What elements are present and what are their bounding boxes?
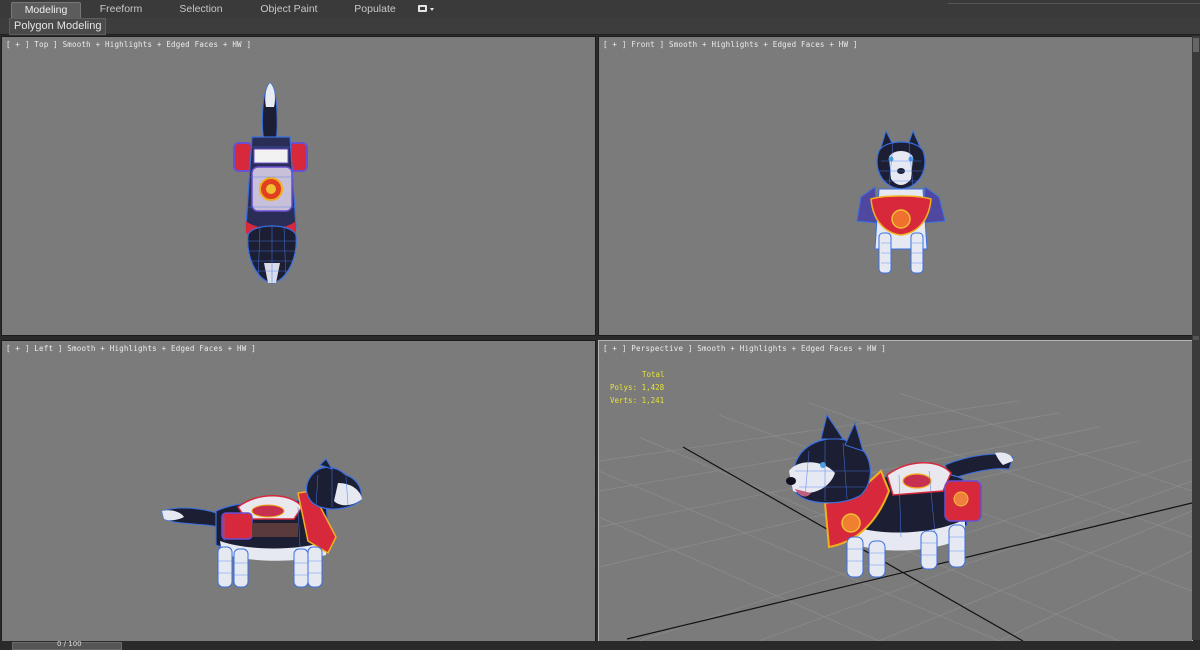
timeline-bar: 0 / 100 — [0, 640, 1200, 650]
husky-model-top-view — [233, 82, 308, 284]
husky-model-left-view — [161, 458, 362, 588]
ribbon-options-dropdown[interactable] — [416, 3, 438, 15]
time-slider-frame: 0 / 100 — [57, 640, 82, 648]
ribbon-tab-bar: Modeling Freeform Selection Object Paint… — [0, 0, 1200, 19]
scrollbar-splitter[interactable] — [1193, 336, 1199, 340]
scrollbar-thumb[interactable] — [1193, 38, 1199, 52]
tab-selection[interactable]: Selection — [168, 2, 234, 17]
viewport-perspective[interactable]: [ + ] Perspective ] Smooth + Highlights … — [598, 340, 1193, 642]
panel-polygon-modeling[interactable]: Polygon Modeling — [9, 18, 107, 35]
viewport-front[interactable]: [ + ] Front ] Smooth + Highlights + Edge… — [598, 36, 1193, 336]
tab-freeform[interactable]: Freeform — [88, 2, 154, 17]
tab-populate[interactable]: Populate — [343, 2, 407, 17]
viewport-left[interactable]: [ + ] Left ] Smooth + Highlights + Edged… — [1, 340, 596, 642]
tab-object-paint[interactable]: Object Paint — [252, 2, 326, 17]
ribbon-separator — [948, 3, 1200, 14]
viewport-scrollbar[interactable] — [1192, 36, 1200, 640]
viewport-top[interactable]: [ + ] Top ] Smooth + Highlights + Edged … — [1, 36, 596, 336]
ribbon-panel: Polygon Modeling — [0, 18, 1200, 35]
tab-modeling[interactable]: Modeling — [11, 2, 81, 18]
time-slider[interactable]: 0 / 100 — [12, 640, 122, 650]
husky-model-perspective — [786, 413, 1014, 578]
husky-model-front-view — [856, 129, 946, 274]
perspective-scene — [599, 392, 1192, 641]
ribbon-options-icon — [418, 5, 434, 12]
